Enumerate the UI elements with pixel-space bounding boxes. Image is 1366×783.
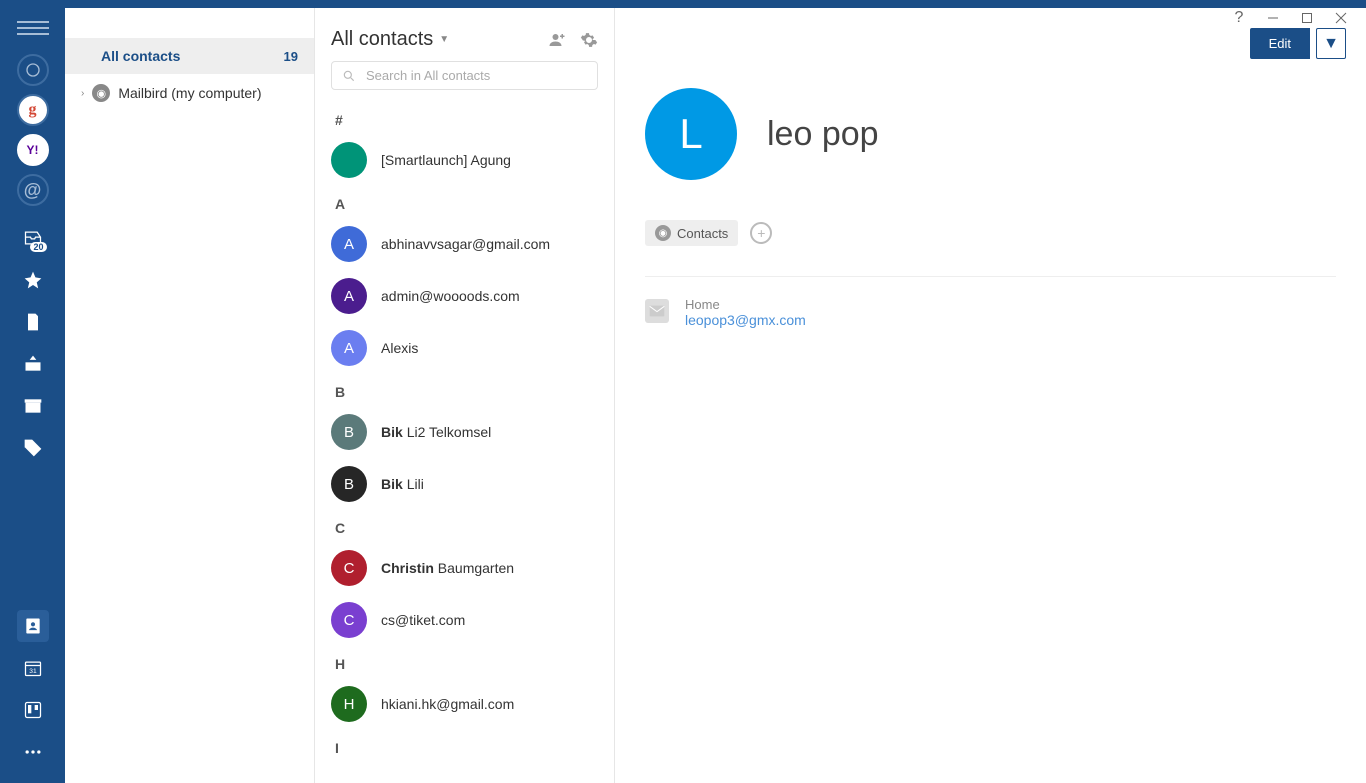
contacts-list-panel: All contacts ▼ #[Smartlaunch] AgungAAabh… xyxy=(315,8,615,783)
contact-avatar-small: A xyxy=(331,226,367,262)
contact-avatar-small: C xyxy=(331,602,367,638)
contact-row[interactable]: Aadmin@woooods.com xyxy=(331,270,598,322)
contact-list-name: abhinavvsagar@gmail.com xyxy=(381,236,550,252)
mail-icon xyxy=(645,299,669,323)
contact-detail-panel: Edit ▼ L leo pop ◉ Contacts + Home leopo… xyxy=(615,8,1366,783)
section-letter: B xyxy=(331,374,598,406)
contact-list-name: cs@tiket.com xyxy=(381,612,465,628)
file-icon[interactable] xyxy=(17,306,49,338)
calendar-app-icon[interactable]: 31 xyxy=(17,652,49,684)
chevron-right-icon: › xyxy=(81,88,84,99)
section-letter: A xyxy=(331,186,598,218)
section-letter: C xyxy=(331,510,598,542)
contact-avatar-small: A xyxy=(331,330,367,366)
source-icon: ◉ xyxy=(92,84,110,102)
titlebar xyxy=(0,0,1366,8)
contact-list-name: Alexis xyxy=(381,340,418,356)
email-value[interactable]: leopop3@gmx.com xyxy=(685,312,806,328)
contact-avatar-small: H xyxy=(331,686,367,722)
contacts-app-icon[interactable] xyxy=(17,610,49,642)
contact-avatar-small xyxy=(331,142,367,178)
add-tag-button[interactable]: + xyxy=(750,222,772,244)
menu-button[interactable] xyxy=(17,16,49,40)
close-button[interactable] xyxy=(1324,6,1358,30)
search-icon xyxy=(342,69,356,83)
boards-app-icon[interactable] xyxy=(17,694,49,726)
star-icon[interactable] xyxy=(17,264,49,296)
contact-list-name: [Smartlaunch] Agung xyxy=(381,152,511,168)
gear-icon[interactable] xyxy=(580,31,598,49)
minimize-button[interactable] xyxy=(1256,6,1290,30)
list-dropdown-icon[interactable]: ▼ xyxy=(439,34,449,45)
group-count: 19 xyxy=(284,49,298,64)
email-field: Home leopop3@gmx.com xyxy=(645,297,1336,328)
contact-name: leo pop xyxy=(767,115,879,154)
contact-row[interactable]: C Christin Baumgarten xyxy=(331,542,598,594)
contact-list-name: admin@woooods.com xyxy=(381,288,520,304)
group-all-contacts[interactable]: All contacts 19 xyxy=(65,38,314,74)
search-box[interactable] xyxy=(331,61,598,90)
account-yahoo[interactable]: Y! xyxy=(17,134,49,166)
archive-icon[interactable] xyxy=(17,390,49,422)
group-label: All contacts xyxy=(101,48,180,64)
account-all[interactable] xyxy=(17,54,49,86)
contact-list-name: hkiani.hk@gmail.com xyxy=(381,696,514,712)
nav-rail: g Y! @ 20 31 xyxy=(0,8,65,783)
inbox-icon[interactable]: 20 xyxy=(17,222,49,254)
section-letter: H xyxy=(331,646,598,678)
group-mailbird[interactable]: › ◉ Mailbird (my computer) xyxy=(65,74,314,112)
contact-list-name: Bik Lili xyxy=(381,476,424,492)
contact-avatar-small: B xyxy=(331,414,367,450)
contact-avatar-small: B xyxy=(331,466,367,502)
contact-avatar-small: A xyxy=(331,278,367,314)
tag-source-icon: ◉ xyxy=(655,225,671,241)
account-google[interactable]: g xyxy=(17,94,49,126)
contact-source-tag[interactable]: ◉ Contacts xyxy=(645,220,738,246)
outbox-icon[interactable] xyxy=(17,348,49,380)
contact-row[interactable]: Ccs@tiket.com xyxy=(331,594,598,646)
contact-row[interactable]: B Bik Lili xyxy=(331,458,598,510)
edit-button[interactable]: Edit xyxy=(1250,28,1310,59)
contact-avatar-small: C xyxy=(331,550,367,586)
contact-row[interactable]: A Alexis xyxy=(331,322,598,374)
divider xyxy=(645,276,1336,277)
groups-panel: All contacts 19 › ◉ Mailbird (my compute… xyxy=(65,8,315,783)
contact-row[interactable]: Aabhinavvsagar@gmail.com xyxy=(331,218,598,270)
contact-list-name: Christin Baumgarten xyxy=(381,560,514,576)
svg-text:31: 31 xyxy=(29,668,37,675)
list-title: All contacts xyxy=(331,28,433,51)
contact-row[interactable]: Hhkiani.hk@gmail.com xyxy=(331,678,598,730)
add-contact-icon[interactable] xyxy=(548,31,566,49)
more-apps-icon[interactable] xyxy=(17,736,49,768)
section-letter: # xyxy=(331,102,598,134)
contact-row[interactable]: B Bik Li2 Telkomsel xyxy=(331,406,598,458)
contacts-scroll[interactable]: #[Smartlaunch] AgungAAabhinavvsagar@gmai… xyxy=(315,102,614,783)
contact-avatar: L xyxy=(645,88,737,180)
email-label: Home xyxy=(685,297,806,312)
window-controls: ? xyxy=(1222,6,1358,30)
tag-icon[interactable] xyxy=(17,432,49,464)
group-label: Mailbird (my computer) xyxy=(118,85,261,101)
inbox-badge: 20 xyxy=(30,242,46,252)
search-input[interactable] xyxy=(366,68,587,83)
help-button[interactable]: ? xyxy=(1222,6,1256,30)
edit-dropdown-button[interactable]: ▼ xyxy=(1316,28,1346,59)
contact-list-name: Bik Li2 Telkomsel xyxy=(381,424,491,440)
account-mail[interactable]: @ xyxy=(17,174,49,206)
section-letter: I xyxy=(331,730,598,762)
maximize-button[interactable] xyxy=(1290,6,1324,30)
contact-row[interactable]: [Smartlaunch] Agung xyxy=(331,134,598,186)
